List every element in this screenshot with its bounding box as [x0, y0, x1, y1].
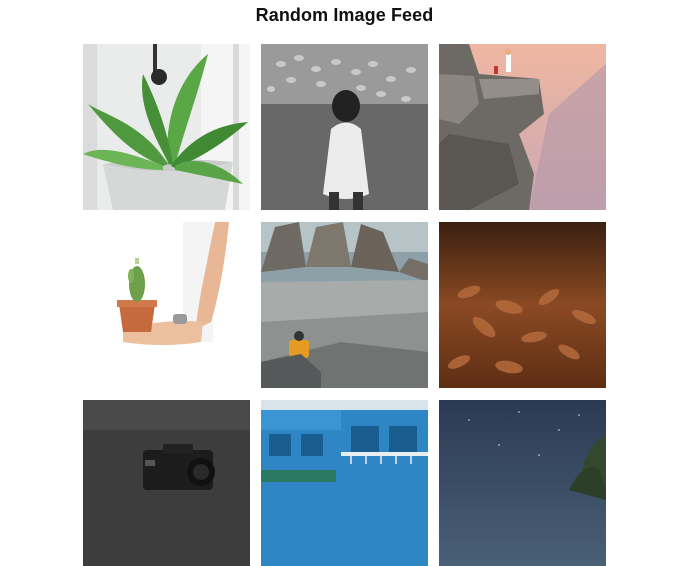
feed-image-hand-holding-cactus[interactable] — [83, 222, 250, 388]
feed-image-mountain-hiker[interactable] — [261, 222, 428, 388]
feed-image-blue-building[interactable] — [261, 400, 428, 566]
feed-image-night-sky-tree[interactable] — [439, 400, 606, 566]
page-title: Random Image Feed — [255, 5, 434, 25]
feed-image-girl-with-sheep[interactable] — [261, 44, 428, 210]
feed-image-potted-fern[interactable] — [83, 44, 250, 210]
feed-image-dry-leaves[interactable] — [439, 222, 606, 388]
feed-image-cliff-edge-figures[interactable] — [439, 44, 606, 210]
feed-image-camera[interactable] — [83, 400, 250, 566]
